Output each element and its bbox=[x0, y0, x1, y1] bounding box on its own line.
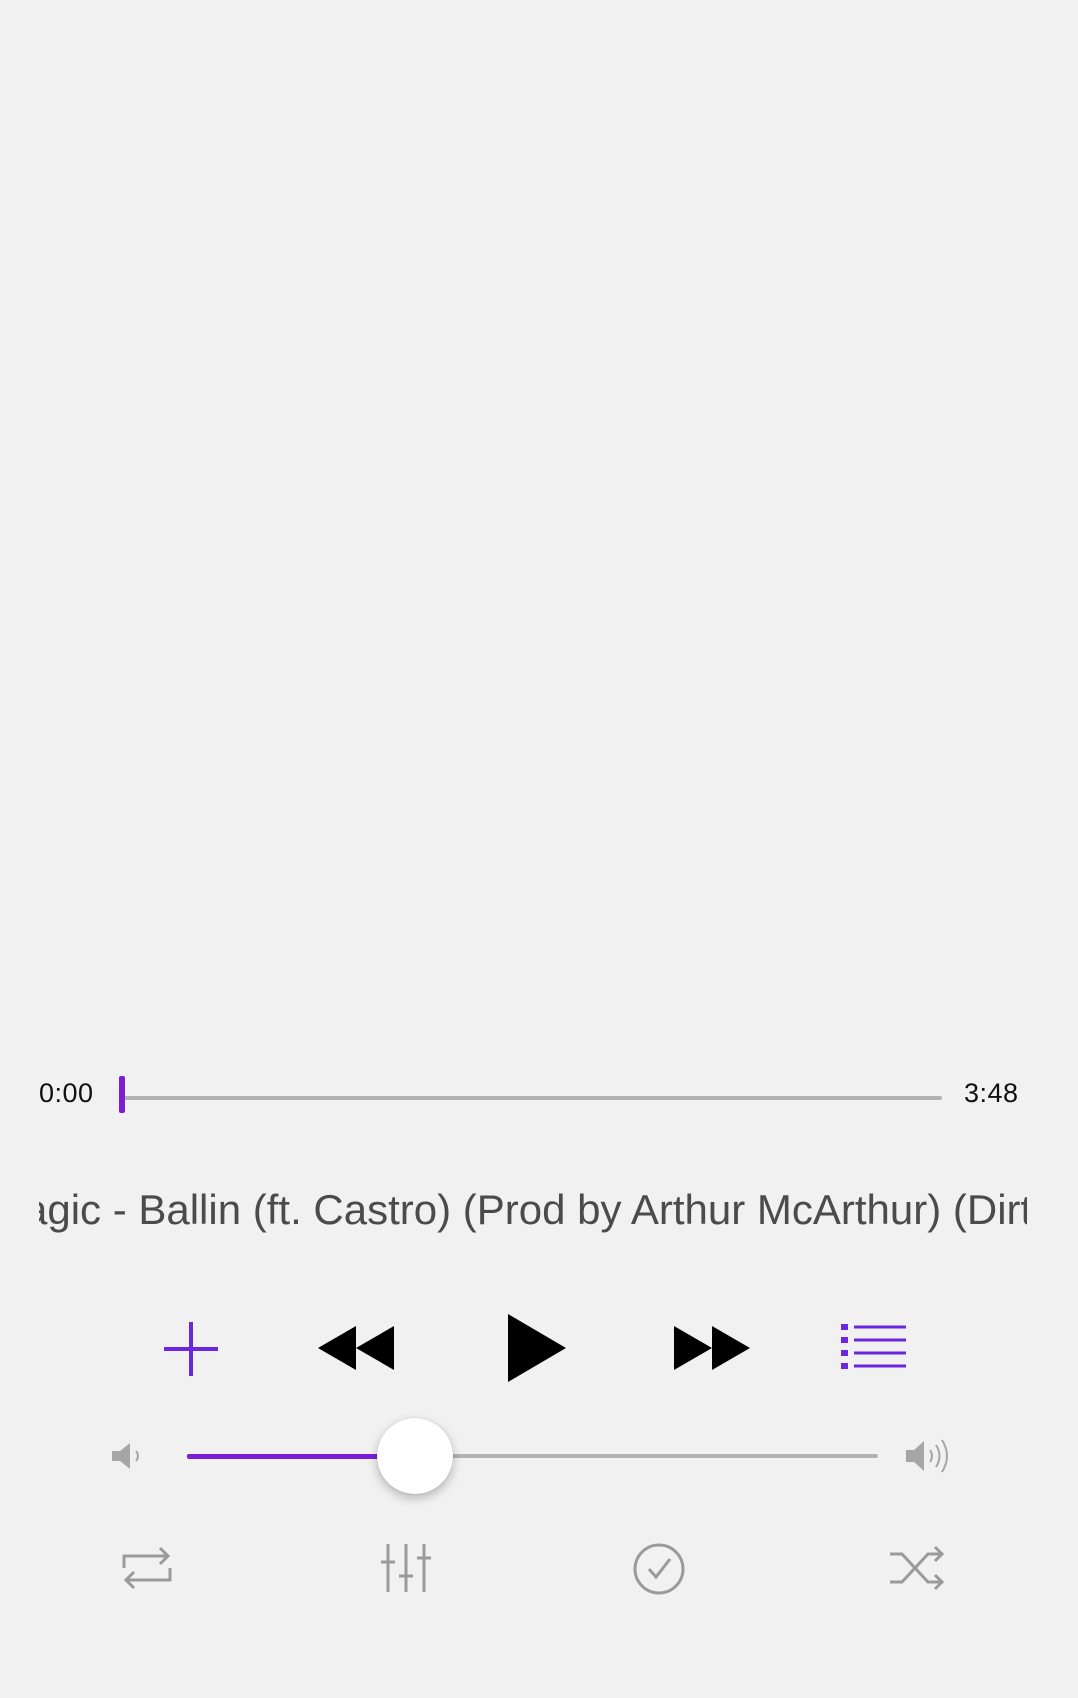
check-circle-icon bbox=[633, 1543, 685, 1595]
repeat-icon bbox=[122, 1546, 172, 1590]
progress-bar[interactable] bbox=[120, 1096, 942, 1100]
volume-low-icon bbox=[110, 1440, 148, 1472]
plus-icon bbox=[164, 1322, 218, 1376]
add-button[interactable] bbox=[160, 1318, 222, 1380]
progress-handle[interactable] bbox=[119, 1076, 125, 1113]
list-icon bbox=[841, 1324, 906, 1369]
play-button[interactable] bbox=[504, 1312, 568, 1384]
equalizer-button[interactable] bbox=[378, 1540, 434, 1596]
volume-high-icon bbox=[904, 1436, 956, 1476]
rewind-button[interactable] bbox=[316, 1320, 396, 1376]
fast-forward-icon bbox=[674, 1326, 750, 1370]
play-icon bbox=[508, 1314, 566, 1382]
volume-knob[interactable] bbox=[377, 1418, 454, 1494]
volume-slider[interactable] bbox=[187, 1454, 878, 1459]
track-title-marquee: Magic - Ballin (ft. Castro) (Prod by Art… bbox=[39, 1180, 1027, 1240]
shuffle-icon bbox=[890, 1545, 945, 1591]
shuffle-button[interactable] bbox=[888, 1542, 948, 1594]
queue-button[interactable] bbox=[838, 1320, 908, 1372]
fast-forward-button[interactable] bbox=[672, 1320, 752, 1376]
track-title: Magic - Ballin (ft. Castro) (Prod by Art… bbox=[39, 1186, 1027, 1233]
elapsed-time: 0:00 bbox=[39, 1078, 94, 1108]
album-artwork-area bbox=[0, 0, 1078, 1060]
total-time: 3:48 bbox=[964, 1078, 1019, 1108]
check-button[interactable] bbox=[632, 1542, 686, 1596]
repeat-button[interactable] bbox=[118, 1540, 176, 1596]
rewind-icon bbox=[318, 1326, 394, 1370]
equalizer-icon bbox=[381, 1544, 431, 1592]
